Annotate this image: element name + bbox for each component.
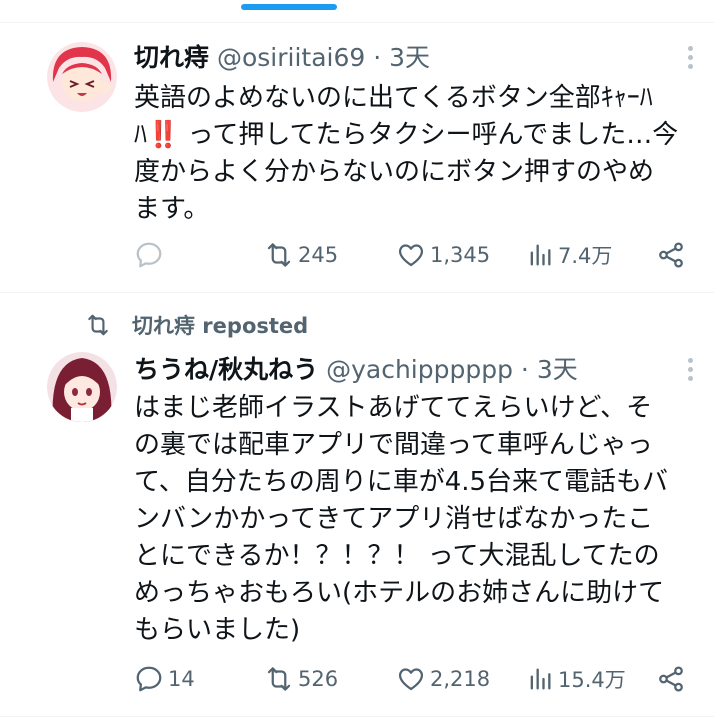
tweet-text-line: めっちゃおもろい(ホテルのお姉さんに助けて <box>134 578 665 608</box>
views-button[interactable]: 15.4万 <box>526 662 626 696</box>
tweet-text-line: とにできるか！？！？！ って大混乱してたの <box>134 541 660 571</box>
retweet-button[interactable]: 526 <box>264 662 338 696</box>
like-button[interactable]: 2,218 <box>396 662 490 696</box>
views-icon <box>530 668 551 690</box>
view-count: 15.4万 <box>558 668 626 692</box>
reply-button[interactable]: 14 <box>134 662 195 696</box>
separator-dot: · <box>520 355 529 384</box>
share-icon <box>659 666 683 692</box>
tweet-text-line: て、自分たちの周りに車が4.5台来て電話もバ <box>134 467 669 497</box>
share-button[interactable] <box>656 662 686 696</box>
tweet-text: はまじ老師イラストあげててえらいけど、そ の裏では配車アプリで間違って車呼んじゃ… <box>134 390 694 649</box>
tweet-actions: 14 526 2,218 15.4万 <box>134 662 694 696</box>
retweet-count: 526 <box>298 667 339 691</box>
tweet-text-line: はまじ老師イラストあげててえらいけど、そ <box>134 393 653 423</box>
more-icon[interactable] <box>682 358 698 384</box>
tweet-text-line: ンバンかかってきてアプリ消せばなかったこ <box>134 504 654 534</box>
avatar[interactable] <box>47 352 117 422</box>
reply-icon <box>136 666 162 692</box>
divider <box>0 716 714 717</box>
tweet-2[interactable]: ちうね/秋丸ねう @yachipppppp · 3天 はまじ老師イラストあげてて… <box>0 0 714 722</box>
like-icon <box>398 668 424 691</box>
reply-count: 14 <box>168 667 195 691</box>
tweet-text-line: の裏では配車アプリで間違って車呼んじゃっ <box>134 430 653 460</box>
display-name[interactable]: ちうね/秋丸ねう <box>134 355 318 384</box>
timestamp[interactable]: 3天 <box>537 355 578 384</box>
like-count: 2,218 <box>430 667 491 691</box>
retweet-icon <box>267 667 291 691</box>
tweet-text-line: もらいました) <box>134 615 301 645</box>
user-handle[interactable]: @yachipppppp <box>326 355 513 384</box>
